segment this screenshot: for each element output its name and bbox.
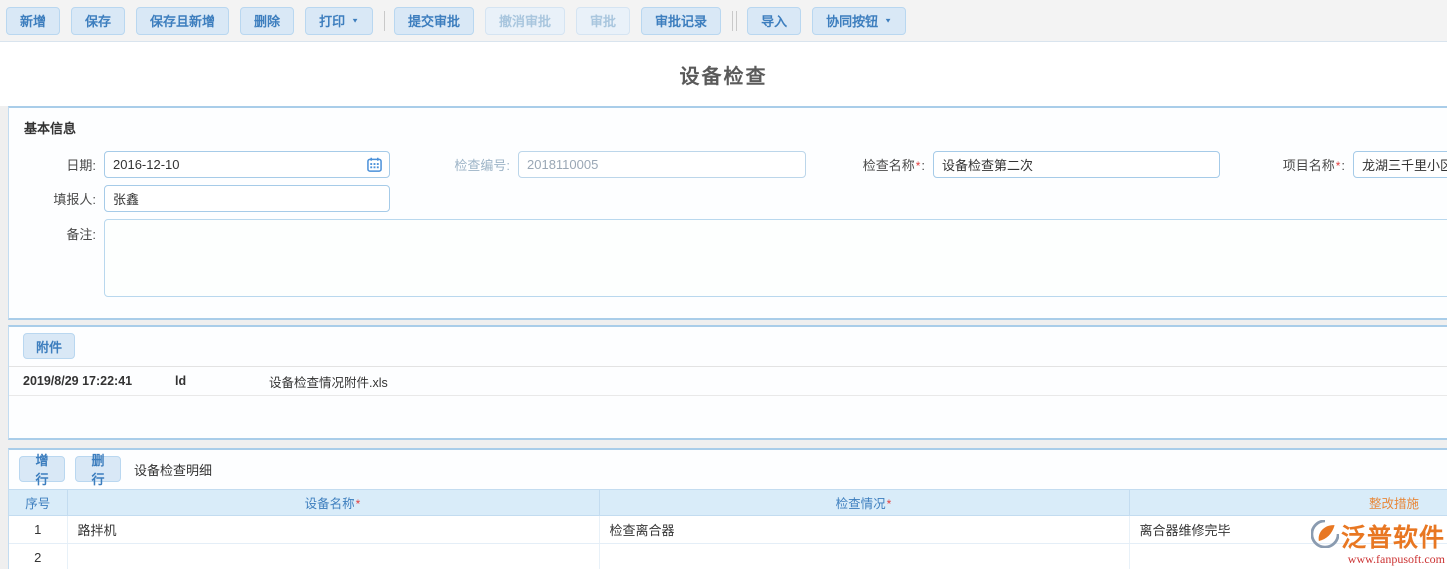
cell-status[interactable] [599,543,1130,569]
attachments-toolbar: 附件 [9,327,1447,367]
required-mark: * [1335,159,1341,173]
reporter-input[interactable] [104,185,390,212]
column-header-measure[interactable]: 整改措施 [1129,489,1447,516]
attachment-button[interactable]: 附件 [23,333,76,359]
project-name-label: 项目名称*: [1282,158,1345,173]
top-toolbar: 新增 保存 保存且新增 删除 打印 ▼ 提交审批 撤消审批 审批 审批记录 导入… [0,0,1447,41]
inspection-no-input [518,151,806,178]
detail-toolbar: 增行 删行 设备检查明细 [9,450,1447,489]
form-row-3: 备注: [9,219,1447,297]
column-header-equipment[interactable]: 设备名称* [67,489,600,516]
detail-table-header-row: 序号 设备名称* 检查情况* 整改措施 [9,489,1447,516]
attachment-row[interactable]: 2019/8/29 17:22:41 ld 设备检查情况附件.xls [9,367,1447,396]
table-row[interactable]: 2 [9,543,1447,569]
inspection-name-input[interactable] [933,151,1220,178]
required-mark: * [886,497,892,511]
form-row-1: 日期: 检查编号: 检查名称*: [9,151,1447,178]
cell-measure[interactable] [1129,543,1447,569]
inspection-no-label: 检查编号: [454,158,510,173]
add-row-button[interactable]: 增行 [19,453,65,487]
import-button[interactable]: 导入 [747,6,802,35]
approve-button: 审批 [576,6,631,35]
basic-info-panel: 基本信息 日期: 检查编号: [8,106,1447,320]
chevron-down-icon: ▼ [351,16,359,25]
detail-section-title: 设备检查明细 [134,462,213,478]
chevron-down-icon: ▼ [884,16,893,25]
save-button[interactable]: 保存 [71,6,126,35]
page-title: 设备检查 [679,65,768,88]
submit-approval-button[interactable]: 提交审批 [394,6,475,35]
date-label: 日期: [66,158,96,173]
save-and-new-button[interactable]: 保存且新增 [136,6,230,35]
cell-status[interactable]: 检查离合器 [599,515,1130,544]
attachments-panel: 附件 2019/8/29 17:22:41 ld 设备检查情况附件.xls [8,325,1447,440]
delete-row-button[interactable]: 删行 [75,453,121,487]
cell-no: 1 [9,515,68,544]
date-input[interactable] [104,151,390,178]
cell-no: 2 [9,543,68,569]
remark-label: 备注: [66,227,96,242]
remark-textarea[interactable] [104,219,1447,297]
column-header-status[interactable]: 检查情况* [599,489,1130,516]
attachment-uploader: ld [175,374,187,388]
basic-info-section-title: 基本信息 [24,121,77,136]
print-dropdown-button[interactable]: 打印 ▼ [305,6,373,35]
form-row-2: 填报人: [9,185,1447,212]
cell-equipment[interactable] [67,543,600,569]
delete-button[interactable]: 删除 [240,6,295,35]
approval-records-button[interactable]: 审批记录 [641,6,722,35]
basic-info-form: 日期: 检查编号: 检查名称*: [9,145,1447,318]
detail-table: 序号 设备名称* 检查情况* 整改措施 1 路拌机 检查离合器 离合器维修完毕 … [9,489,1447,569]
required-mark: * [915,159,921,173]
calendar-icon[interactable] [367,157,382,177]
collaboration-button-label: 协同按钮 [826,14,879,29]
toolbar-separator [732,10,734,31]
column-header-no[interactable]: 序号 [9,489,68,516]
content-area: 设备检查 基本信息 日期: 2016-12-10 检查编号: 201811000… [0,41,1447,569]
project-name-input[interactable] [1353,151,1447,178]
reporter-label: 填报人: [53,192,96,207]
cell-measure[interactable]: 离合器维修完毕 [1129,515,1447,544]
toolbar-separator [384,10,385,31]
collaboration-dropdown-button[interactable]: 协同按钮 ▼ [812,6,907,35]
inspection-name-label: 检查名称*: [862,158,925,173]
required-mark: * [355,497,361,511]
attachment-time: 2019/8/29 17:22:41 [23,374,133,388]
print-button-label: 打印 [319,14,346,29]
cell-equipment[interactable]: 路拌机 [67,515,600,544]
table-row[interactable]: 1 路拌机 检查离合器 离合器维修完毕 [9,515,1447,544]
title-band: 设备检查 [0,42,1447,106]
attachment-filename[interactable]: 设备检查情况附件.xls [269,372,388,391]
new-button[interactable]: 新增 [6,6,61,35]
detail-panel: 增行 删行 设备检查明细 序号 设备名称* 检查情况* 整改措施 1 路拌机 检… [8,448,1447,569]
cancel-approval-button: 撤消审批 [485,6,566,35]
